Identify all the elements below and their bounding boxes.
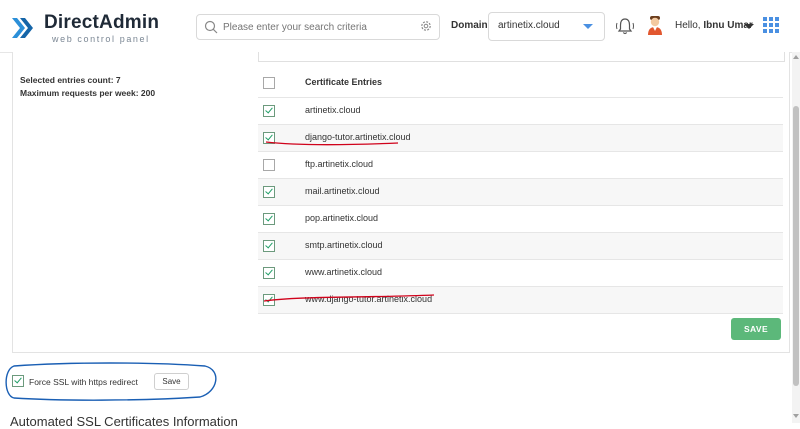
- apps-grid-icon[interactable]: [763, 17, 779, 33]
- entry-name: www.django-tutor.artinetix.cloud: [305, 294, 433, 304]
- scroll-up-arrow-icon[interactable]: [793, 55, 799, 59]
- gear-icon[interactable]: [419, 19, 433, 33]
- column-header: Certificate Entries: [305, 77, 383, 87]
- table-row: www.artinetix.cloud: [258, 260, 783, 287]
- entry-checkbox[interactable]: [263, 294, 275, 306]
- logo-title: DirectAdmin: [44, 12, 160, 33]
- select-all-checkbox[interactable]: [263, 77, 275, 89]
- table-row: mail.artinetix.cloud: [258, 179, 783, 206]
- section-title: Automated SSL Certificates Information: [10, 414, 238, 429]
- bell-icon[interactable]: [614, 15, 636, 37]
- top-header: DirectAdmin web control panel Domain art…: [0, 0, 800, 53]
- logo-subtitle: web control panel: [52, 34, 150, 44]
- scroll-down-arrow-icon[interactable]: [793, 414, 799, 418]
- chevron-down-icon: [583, 24, 593, 29]
- table-row: smtp.artinetix.cloud: [258, 233, 783, 260]
- entry-checkbox[interactable]: [263, 267, 275, 279]
- directadmin-logo[interactable]: DirectAdmin web control panel: [10, 10, 160, 46]
- max-requests: Maximum requests per week: 200: [20, 88, 156, 98]
- previous-field: [258, 52, 785, 62]
- entry-name: smtp.artinetix.cloud: [305, 240, 383, 250]
- entry-name: www.artinetix.cloud: [305, 267, 383, 277]
- table-row: www.django-tutor.artinetix.cloud: [258, 287, 783, 314]
- request-stats: Selected entries count: 7 Maximum reques…: [20, 74, 155, 100]
- domain-label: Domain: [451, 20, 488, 31]
- selected-count: Selected entries count: 7: [20, 75, 121, 85]
- logo-arrow-icon: [12, 18, 33, 38]
- search-icon: [204, 20, 218, 34]
- entry-checkbox[interactable]: [263, 240, 275, 252]
- scrollbar-thumb[interactable]: [793, 106, 799, 386]
- user-menu-chevron-icon[interactable]: [744, 24, 754, 29]
- force-ssl-save-button[interactable]: Save: [154, 373, 189, 390]
- certificate-entries-table: Certificate Entries artinetix.cloud djan…: [258, 70, 783, 314]
- entry-checkbox[interactable]: [263, 213, 275, 225]
- table-row: ftp.artinetix.cloud: [258, 152, 783, 179]
- domain-value: artinetix.cloud: [498, 20, 560, 31]
- table-header-row: Certificate Entries: [258, 70, 783, 98]
- avatar[interactable]: [646, 14, 664, 36]
- force-ssl-label[interactable]: Force SSL with https redirect: [29, 377, 138, 387]
- force-ssl-checkbox[interactable]: [12, 375, 24, 387]
- search-box[interactable]: [196, 14, 440, 40]
- entry-checkbox[interactable]: [263, 186, 275, 198]
- entry-name: django-tutor.artinetix.cloud: [305, 132, 411, 142]
- entry-checkbox[interactable]: [263, 105, 275, 117]
- entry-checkbox[interactable]: [263, 132, 275, 144]
- entry-name: mail.artinetix.cloud: [305, 186, 380, 196]
- search-input[interactable]: [221, 18, 411, 36]
- entry-name: ftp.artinetix.cloud: [305, 159, 374, 169]
- table-row: django-tutor.artinetix.cloud: [258, 125, 783, 152]
- table-row: pop.artinetix.cloud: [258, 206, 783, 233]
- domain-select[interactable]: artinetix.cloud: [488, 12, 605, 41]
- table-row: artinetix.cloud: [258, 98, 783, 125]
- user-greeting[interactable]: Hello, Ibnu Umar: [675, 20, 753, 31]
- entry-name: artinetix.cloud: [305, 105, 361, 115]
- save-button[interactable]: SAVE: [731, 318, 781, 340]
- entry-name: pop.artinetix.cloud: [305, 213, 379, 223]
- entry-checkbox[interactable]: [263, 159, 275, 171]
- greeting-text: Hello,: [675, 20, 701, 31]
